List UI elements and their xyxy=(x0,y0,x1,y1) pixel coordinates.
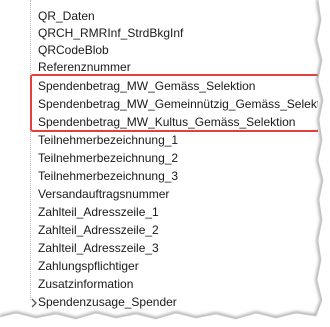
torn-paper-edge xyxy=(0,0,330,327)
